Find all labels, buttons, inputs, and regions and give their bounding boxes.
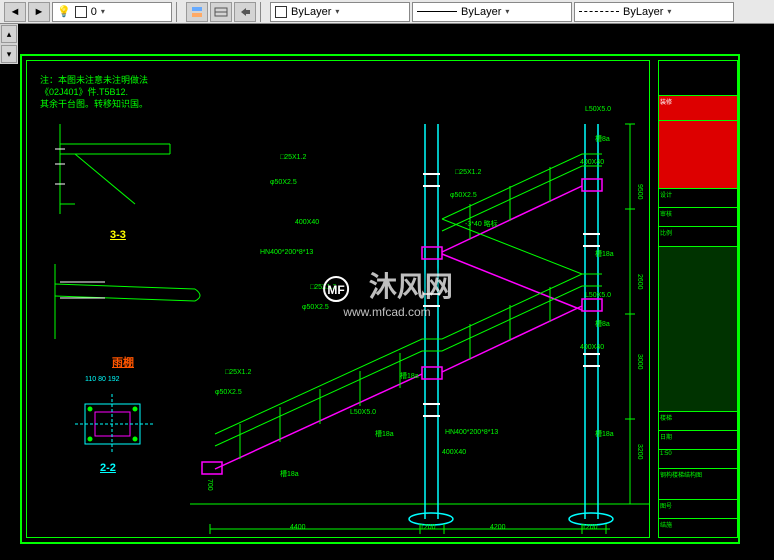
dim-text: 9500: [636, 184, 643, 200]
anno: L50X5.0: [350, 409, 376, 416]
anno: □25X1.2: [310, 284, 336, 291]
anno: 400X40: [580, 159, 604, 166]
dim-text: 4400: [290, 524, 306, 531]
anno: □25X1.2: [280, 154, 306, 161]
layer-states-button[interactable]: [210, 2, 232, 22]
dim-text: 110 80 192: [85, 376, 120, 383]
tb-cell: 钢构楼梯结构图: [659, 469, 737, 499]
layers-icon: [190, 5, 204, 19]
tb-cell: [659, 247, 737, 412]
bulb-icon: 💡: [57, 5, 71, 18]
lineweight-selector[interactable]: ByLayer ▾: [574, 2, 734, 22]
note-line: 注：本图未注意未注明做法: [40, 74, 148, 86]
anno: 槽8a: [595, 319, 610, 329]
anno: φ50X2.5: [215, 389, 242, 396]
tb-cell: 设计: [659, 189, 737, 208]
lineweight-preview-icon: [579, 11, 619, 12]
dim-text: 1200: [582, 524, 598, 531]
tb-cell-red: 装修: [659, 96, 737, 121]
separator: [260, 2, 266, 22]
tb-cell: 日期: [659, 431, 737, 450]
dim-text: 2600: [636, 274, 643, 290]
dim-text: 3000: [636, 354, 643, 370]
section-label-rain: 雨棚: [112, 354, 134, 370]
top-toolbar: ◄ ► 💡 0 ▾ ByLayer ▾ ByLayer ▾ ByLayer ▾: [0, 0, 774, 24]
fwd-button[interactable]: ►: [28, 2, 50, 22]
anno: φ50X2.5: [450, 192, 477, 199]
anno: L50X5.0: [585, 106, 611, 113]
tb-cell: 图号: [659, 500, 737, 519]
color-swatch-icon: [275, 6, 287, 18]
anno: 槽8a: [595, 134, 610, 144]
note-line: 其余干台图。转移知识国。: [40, 98, 148, 110]
color-selector[interactable]: ByLayer ▾: [270, 2, 410, 22]
dim-text: 3200: [636, 444, 643, 460]
color-label: ByLayer: [291, 6, 331, 18]
dim-text: 4200: [490, 524, 506, 531]
detail-33: [50, 114, 190, 224]
detail-22: [60, 384, 170, 459]
anno: 400X40: [580, 344, 604, 351]
tb-cell: [659, 61, 737, 96]
anno: φ50X2.5: [302, 304, 329, 311]
lineweight-label: ByLayer: [623, 6, 663, 18]
anno: 400X40: [295, 219, 319, 226]
drawing-canvas[interactable]: ▴ ▾ 装修 设计 审核 比例 楼梯 日期 1:50 钢构楼梯结构图 图号 结施…: [0, 24, 774, 560]
anno: φ50X2.5: [270, 179, 297, 186]
layer-name: 0: [91, 6, 97, 18]
anno: HN400*200*8*13: [260, 249, 313, 256]
anno: -3*40 略标: [465, 219, 498, 229]
anno: 槽18a: [375, 429, 394, 439]
nav-up-button[interactable]: ▴: [1, 25, 17, 43]
tb-cell: 审核: [659, 208, 737, 227]
layer-selector[interactable]: 💡 0 ▾: [52, 2, 172, 22]
anno: □25X1.2: [225, 369, 251, 376]
chevron-down-icon: ▾: [101, 7, 105, 16]
anno: 400X40: [442, 449, 466, 456]
anno: 槽18a: [400, 371, 419, 381]
tb-cell: 结施: [659, 519, 737, 537]
dim-text: 1200: [420, 524, 436, 531]
anno: HN400*200*8*13: [445, 429, 498, 436]
anno: 槽18a: [595, 249, 614, 259]
anno: 槽18a: [280, 469, 299, 479]
chevron-down-icon: ▾: [335, 7, 339, 16]
anno: □25X1.2: [455, 169, 481, 176]
layer-prev-button[interactable]: [234, 2, 256, 22]
nav-down-button[interactable]: ▾: [1, 45, 17, 63]
note-line: 《02J401》件.T5B12.: [40, 86, 148, 98]
title-block: 装修 设计 审核 比例 楼梯 日期 1:50 钢构楼梯结构图 图号 结施: [658, 60, 738, 538]
back-button[interactable]: ◄: [4, 2, 26, 22]
linetype-preview-icon: [417, 11, 457, 12]
separator: [176, 2, 182, 22]
layer-properties-button[interactable]: [186, 2, 208, 22]
stair-elevation: [190, 74, 650, 544]
tb-cell: 1:50: [659, 450, 737, 469]
section-label-33: 3-3: [110, 229, 126, 241]
section-label-22: 2-2: [100, 462, 116, 474]
tb-cell-red: [659, 121, 737, 189]
chevron-down-icon: ▾: [667, 7, 671, 16]
linetype-label: ByLayer: [461, 6, 501, 18]
tb-cell: 楼梯: [659, 412, 737, 431]
anno: L50X5.0: [585, 292, 611, 299]
layer-states-icon: [214, 5, 228, 19]
anno: 槽18a: [595, 429, 614, 439]
drawing-note: 注：本图未注意未注明做法 《02J401》件.T5B12. 其余干台图。转移知识…: [40, 74, 148, 110]
dim-text: 700: [206, 479, 213, 491]
layer-color-swatch: [75, 6, 87, 18]
nav-bar: ▴ ▾: [0, 24, 18, 64]
layer-prev-icon: [238, 5, 252, 19]
chevron-down-icon: ▾: [505, 7, 509, 16]
linetype-selector[interactable]: ByLayer ▾: [412, 2, 572, 22]
tb-cell: 比例: [659, 227, 737, 246]
